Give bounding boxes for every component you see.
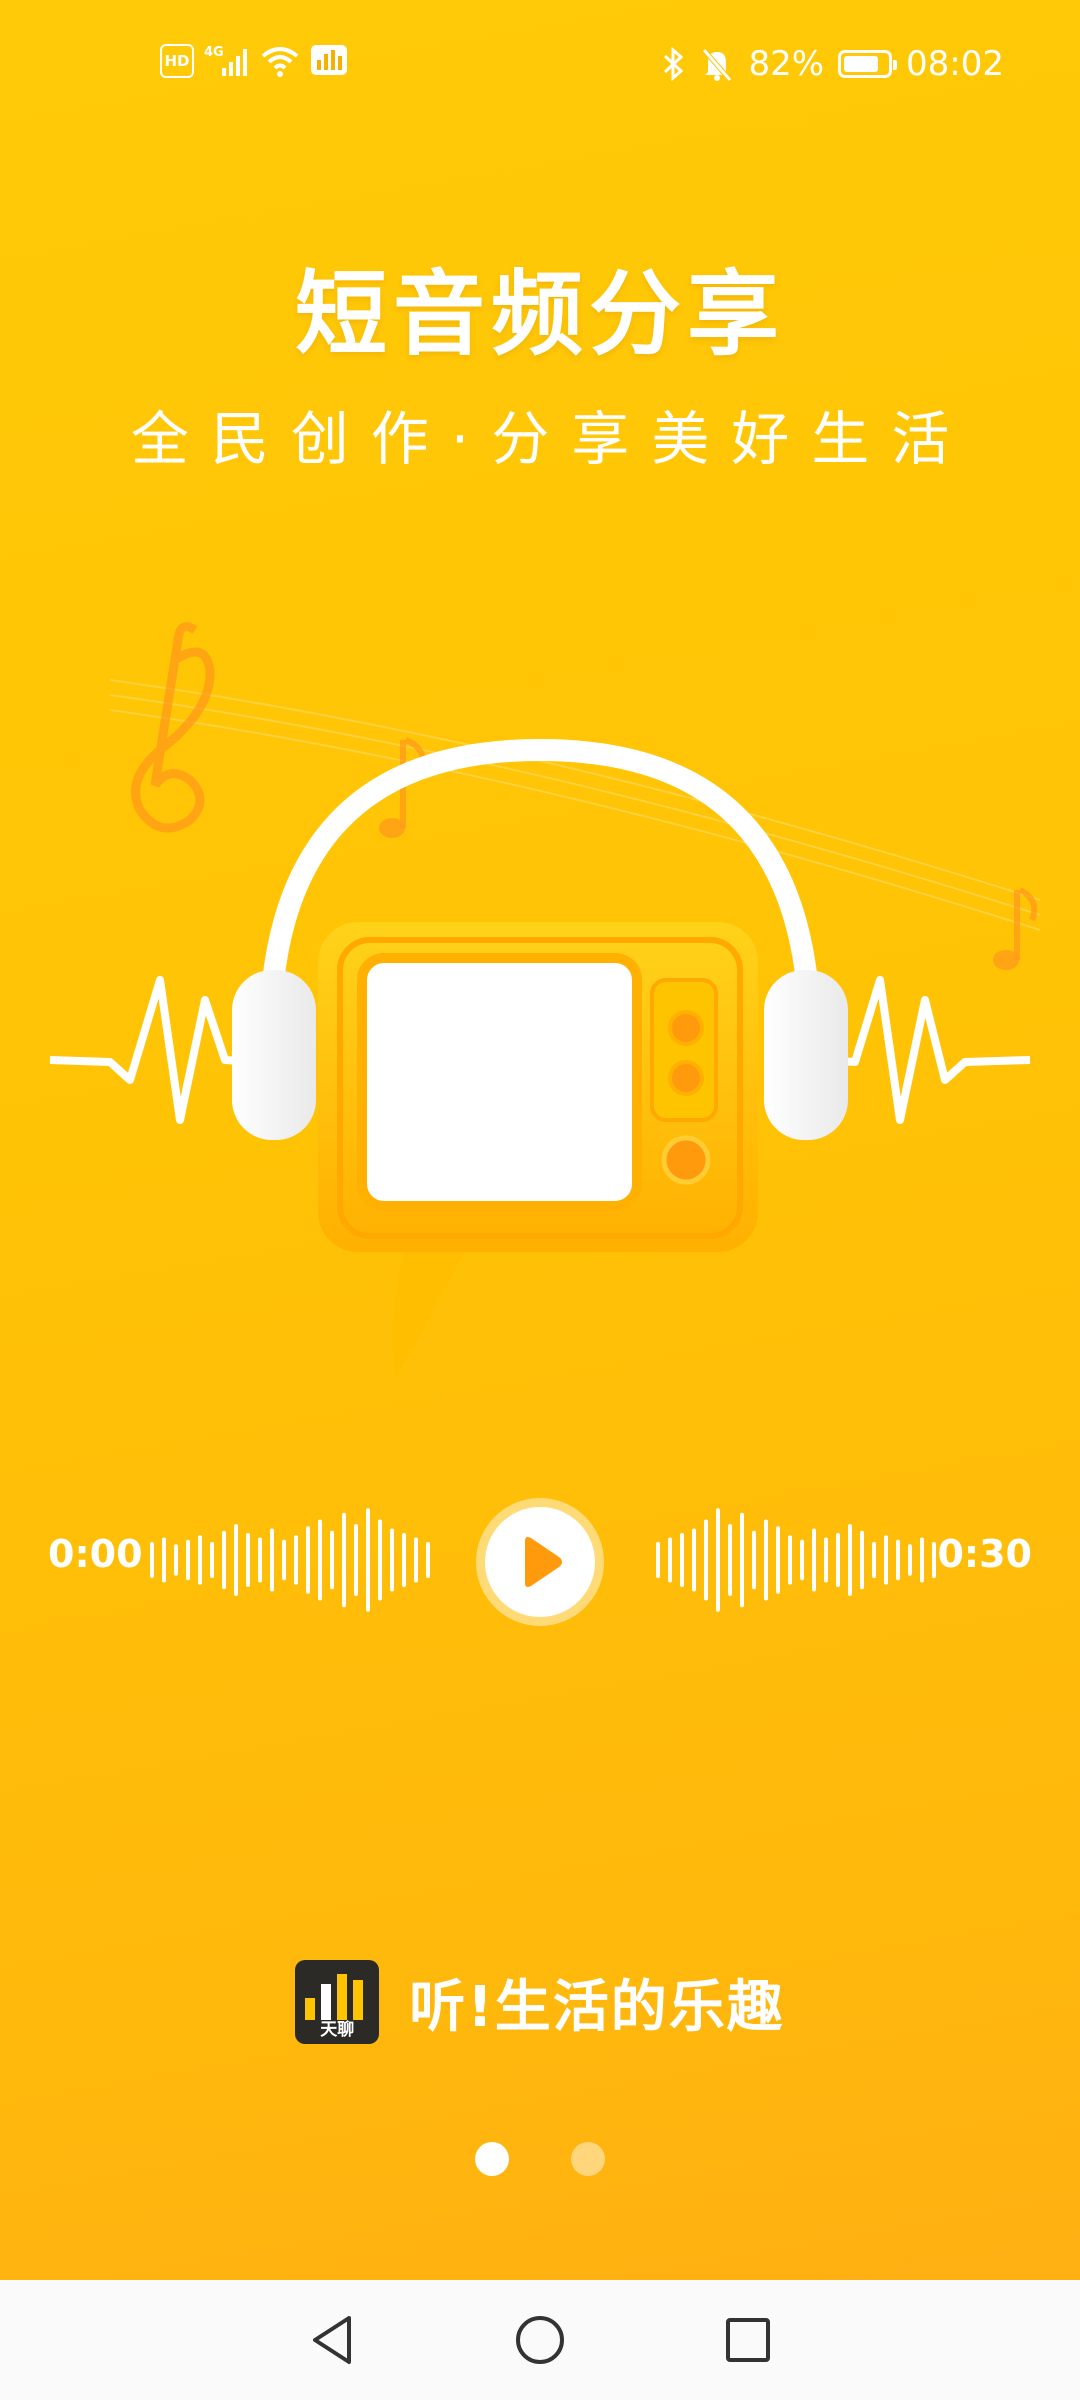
svg-text:4G: 4G xyxy=(204,45,224,60)
treble-clef-icon xyxy=(131,622,215,833)
clock: 08:02 xyxy=(906,44,1004,84)
recents-icon xyxy=(726,2318,770,2362)
logo-label: 天聊 xyxy=(320,2020,355,2040)
status-right-group: 82% 08:02 xyxy=(662,44,1004,84)
heartbeat-right xyxy=(819,976,1031,1124)
tv-control-panel xyxy=(650,978,718,1122)
page-dot[interactable] xyxy=(475,2142,509,2176)
page-title: 短音频分享 xyxy=(294,261,785,368)
music-staff-lines xyxy=(109,679,1041,931)
brand-row: 天聊 听!生活的乐趣 xyxy=(0,1960,1080,2044)
headphone-tv-illustration xyxy=(49,622,1041,1380)
home-button[interactable] xyxy=(510,2310,570,2370)
play-icon xyxy=(525,1537,562,1587)
bluetooth-icon xyxy=(664,46,684,82)
audio-player: 0:00 0:30 xyxy=(0,1480,1080,1640)
battery-icon xyxy=(838,50,898,78)
tv-knob xyxy=(661,1135,711,1185)
status-left-group: HD 4G xyxy=(160,44,348,78)
headphone-right-cup xyxy=(764,970,848,1140)
hd-icon: HD xyxy=(160,44,194,78)
back-button[interactable] xyxy=(302,2310,362,2370)
tv-knob xyxy=(668,1010,704,1046)
status-bar: HD 4G 82% 08:02 xyxy=(0,0,1080,140)
slogan: 听!生活的乐趣 xyxy=(409,1974,785,2040)
tv-speech-tail xyxy=(392,1240,470,1380)
signal-icon: 4G xyxy=(204,45,247,76)
home-icon xyxy=(516,2316,564,2364)
system-nav-bar xyxy=(0,2280,1080,2400)
tv-knob xyxy=(668,1060,704,1096)
recents-button[interactable] xyxy=(718,2310,778,2370)
wifi-icon xyxy=(261,47,299,77)
battery-percent: 82% xyxy=(748,44,825,84)
app-logo: 天聊 xyxy=(295,1960,380,2044)
headphone-left-cup xyxy=(232,970,316,1140)
play-button-inner xyxy=(485,1507,595,1617)
time-start: 0:00 xyxy=(48,1532,143,1576)
back-icon xyxy=(313,2316,351,2364)
play-button[interactable] xyxy=(476,1498,604,1626)
page-dot[interactable] xyxy=(571,2142,605,2176)
battery-level xyxy=(844,56,879,72)
tv-screen xyxy=(357,953,642,1211)
heartbeat-left xyxy=(49,976,261,1124)
page-subtitle: 全民创作·分享美好生活 xyxy=(130,405,972,473)
mute-bell-icon xyxy=(702,48,733,82)
page-indicator xyxy=(0,2142,1080,2176)
time-end: 0:30 xyxy=(937,1532,1032,1576)
data-app-icon xyxy=(311,45,347,75)
